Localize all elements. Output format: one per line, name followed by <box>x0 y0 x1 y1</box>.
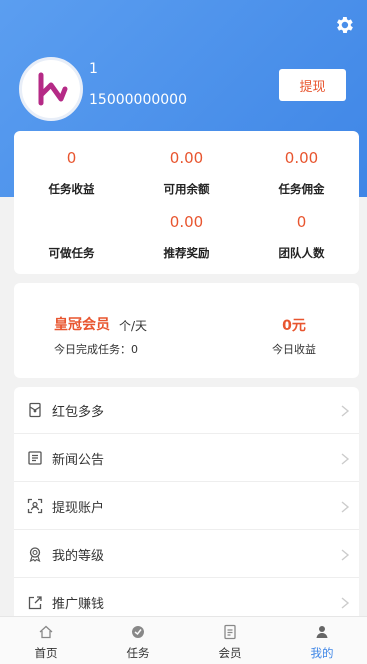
avatar-logo-icon <box>38 72 68 106</box>
menu-item-label: 我的等级 <box>52 548 105 564</box>
tab-label: 会员 <box>218 646 242 660</box>
stat-task-commission[interactable]: 0.00 任务佣金 <box>244 149 359 197</box>
menu-item-label: 红包多多 <box>52 404 105 420</box>
news-icon <box>26 449 44 467</box>
stat-team-size[interactable]: 0 团队人数 <box>244 213 359 261</box>
today-earnings-label: 今日收益 <box>272 343 316 356</box>
stat-value <box>14 213 129 233</box>
menu-item-news[interactable]: 新闻公告 <box>14 435 359 482</box>
stat-task-earnings[interactable]: 0 任务收益 <box>14 149 129 197</box>
user-phone: 15000000000 <box>89 92 187 108</box>
stat-value: 0.00 <box>169 149 204 167</box>
member-icon <box>184 623 276 641</box>
chevron-right-icon <box>341 549 350 561</box>
user-name: 1 <box>89 61 98 77</box>
tab-label: 首页 <box>34 646 58 660</box>
vip-unit: 个/天 <box>119 319 148 333</box>
menu-list: 红包多多 新闻公告 提现账户 我的等级 推广赚钱 <box>14 387 359 627</box>
settings-gear-icon[interactable] <box>333 14 355 36</box>
menu-item-label: 新闻公告 <box>52 452 105 468</box>
avatar[interactable] <box>19 57 83 121</box>
stat-available-tasks[interactable]: 可做任务 <box>14 213 129 261</box>
stat-label: 任务收益 <box>48 182 95 196</box>
stat-label: 可用余额 <box>163 182 210 196</box>
stat-available-balance[interactable]: 0.00 可用余额 <box>129 149 244 197</box>
menu-item-withdraw-account[interactable]: 提现账户 <box>14 483 359 530</box>
stat-value: 0.00 <box>169 213 204 231</box>
vip-title: 皇冠会员 <box>54 317 110 333</box>
stat-label: 可做任务 <box>48 246 95 260</box>
chevron-right-icon <box>341 405 350 417</box>
stat-label: 团队人数 <box>278 246 325 260</box>
chevron-right-icon <box>341 453 350 465</box>
vip-card[interactable]: 皇冠会员 个/天 今日完成任务：0 0元 今日收益 <box>14 283 359 378</box>
completed-today: 今日完成任务：0 <box>54 343 138 356</box>
menu-item-label: 提现账户 <box>52 500 105 516</box>
share-icon <box>26 594 44 612</box>
stat-referral-reward[interactable]: 0.00 推荐奖励 <box>129 213 244 261</box>
profile-icon <box>276 623 367 641</box>
task-icon <box>92 623 184 641</box>
menu-item-my-level[interactable]: 我的等级 <box>14 531 359 578</box>
medal-icon <box>26 545 44 563</box>
stat-value: 0 <box>66 149 77 167</box>
stat-label: 推荐奖励 <box>163 246 210 260</box>
chevron-right-icon <box>341 501 350 513</box>
stats-card: 0 任务收益 0.00 可用余额 0.00 任务佣金 可做任务 0.00 推荐奖… <box>14 131 359 274</box>
tab-label: 我的 <box>310 646 334 660</box>
red-envelope-icon <box>26 401 44 419</box>
menu-item-label: 推广赚钱 <box>52 597 105 612</box>
stat-value: 0.00 <box>284 149 319 167</box>
menu-item-red-envelope[interactable]: 红包多多 <box>14 387 359 434</box>
home-icon <box>0 623 92 641</box>
stat-label: 任务佣金 <box>278 182 325 196</box>
stat-value: 0 <box>296 213 307 231</box>
scan-account-icon <box>26 497 44 515</box>
tab-profile[interactable]: 我的 <box>276 617 367 664</box>
tab-member[interactable]: 会员 <box>184 617 276 664</box>
tab-home[interactable]: 首页 <box>0 617 92 664</box>
bottom-tab-bar: 首页 任务 会员 我的 <box>0 616 367 664</box>
today-earnings-value: 0元 <box>282 318 306 334</box>
tab-tasks[interactable]: 任务 <box>92 617 184 664</box>
withdraw-button[interactable]: 提现 <box>279 69 346 101</box>
tab-label: 任务 <box>126 646 150 660</box>
chevron-right-icon <box>341 597 350 609</box>
